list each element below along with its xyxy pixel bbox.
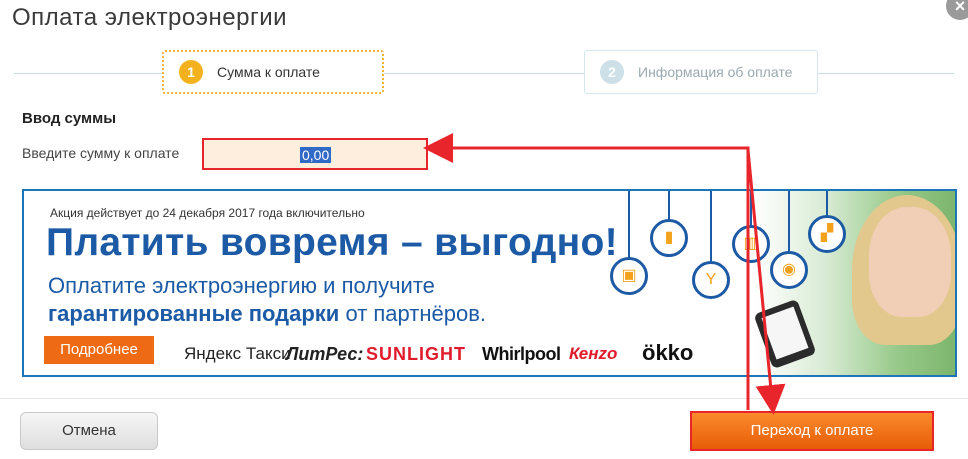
partner-logo-whirlpool: Whirlpool: [482, 344, 561, 364]
step-1-number: 1: [179, 60, 203, 84]
gift-ornament-icon: ▥: [732, 225, 770, 263]
necklace-ornament-icon: Y: [692, 261, 730, 299]
more-button[interactable]: Подробнее: [44, 336, 154, 364]
ornament-thread: [788, 191, 790, 251]
partner-logo-litres: ЛитРес:: [286, 344, 364, 364]
ornament-thread: [668, 191, 670, 221]
dialog-title: Оплата электроэнергии: [12, 4, 288, 31]
step-1-label: Сумма к оплате: [217, 64, 320, 80]
ornament-thread: [750, 191, 752, 227]
banner-headline: Платить вовремя – выгодно!: [46, 221, 618, 264]
close-icon[interactable]: ×: [946, 0, 968, 20]
book-ornament-icon: ▮: [650, 219, 688, 257]
amount-input-value[interactable]: 0,00: [300, 147, 332, 163]
banner-subline-2: гарантированные подарки от партнёров.: [48, 301, 486, 327]
footer-divider: [0, 398, 968, 399]
banner-subline-1: Оплатите электроэнергию и получите: [48, 273, 435, 298]
ornament-thread: [826, 191, 828, 217]
partner-logo-yandex-taxi: Яндекс Такси: [184, 344, 291, 363]
amount-field[interactable]: 0,00: [202, 138, 428, 170]
partner-logo-sunlight: SUNLIGHT: [366, 344, 466, 364]
proceed-to-payment-button[interactable]: Переход к оплате: [690, 411, 934, 451]
taxi-ornament-icon: ▞: [808, 215, 846, 253]
appliance-ornament-icon: ◉: [770, 251, 808, 289]
partner-logo-okko: ökko: [642, 340, 694, 365]
amount-label: Введите сумму к оплате: [22, 145, 180, 161]
banner-photo-face: [869, 207, 951, 317]
cancel-button[interactable]: Отмена: [20, 412, 158, 450]
step-2-label: Информация об оплате: [638, 64, 793, 80]
promo-note: Акция действует до 24 декабря 2017 года …: [50, 206, 365, 220]
ornament-thread: [710, 191, 712, 261]
banner-subline-2-rest: от партнёров.: [339, 301, 487, 326]
partner-logo-kenzo: Кенzo: [569, 344, 618, 363]
step-1: 1 Сумма к оплате: [162, 50, 384, 94]
step-2-number: 2: [600, 60, 624, 84]
step-2: 2 Информация об оплате: [584, 50, 818, 94]
banner-subline-2-bold: гарантированные подарки: [48, 301, 340, 326]
promo-banner[interactable]: ▣ ▮ Y ▥ ◉ ▞ Акция действует до 24 декабр…: [22, 189, 957, 377]
section-title: Ввод суммы: [22, 110, 116, 127]
ornament-thread: [628, 191, 630, 259]
